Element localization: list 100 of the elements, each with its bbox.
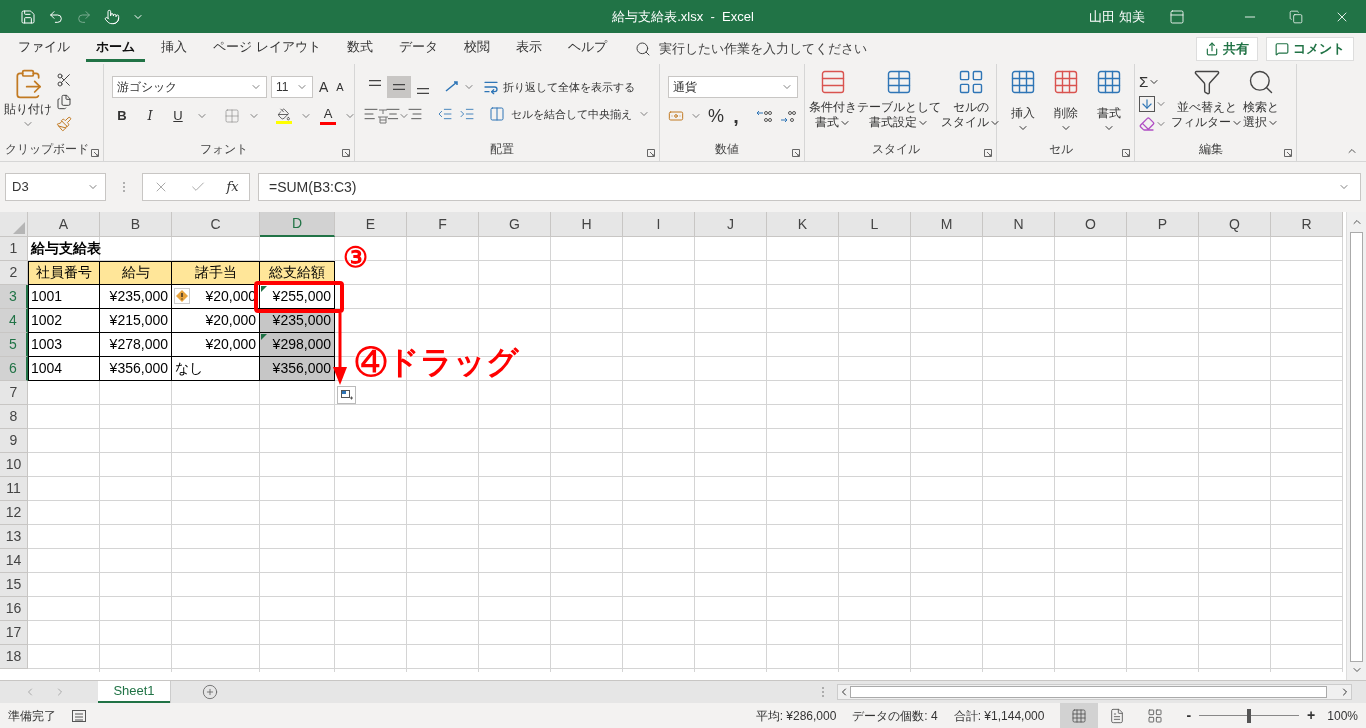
copy-icon[interactable] xyxy=(56,94,72,110)
font-color-button[interactable]: A xyxy=(320,106,336,126)
comment-button[interactable]: コメント xyxy=(1266,36,1354,61)
row-heading[interactable]: 5 xyxy=(0,333,28,357)
row-heading[interactable]: 2 xyxy=(0,261,28,285)
tell-me-field[interactable]: 実行したい作業を入力してください xyxy=(658,38,867,59)
phonetic-guide-icon[interactable] xyxy=(376,107,390,124)
share-button[interactable]: 共有 xyxy=(1196,36,1258,61)
ribbon-tab[interactable]: ファイル xyxy=(8,35,80,62)
dialog-launcher-icon[interactable] xyxy=(647,149,655,157)
insert-function-button[interactable]: fx xyxy=(226,177,239,197)
wrap-text-button[interactable]: 折り返して全体を表示する xyxy=(503,78,635,96)
select-all-corner[interactable] xyxy=(0,212,28,237)
scrollbar-thumb[interactable] xyxy=(1350,232,1363,662)
italic-button[interactable]: I xyxy=(140,106,160,126)
row-heading[interactable]: 3 xyxy=(0,285,28,309)
decrease-decimal-icon[interactable] xyxy=(780,108,798,124)
cut-icon[interactable] xyxy=(56,72,72,88)
zoom-slider[interactable] xyxy=(1199,708,1300,723)
sort-filter-button[interactable]: 並べ替えと フィルター xyxy=(1171,68,1243,141)
scrollbar-thumb[interactable] xyxy=(850,686,1327,698)
find-select-button[interactable]: 検索と 選択 xyxy=(1243,68,1279,141)
add-sheet-icon[interactable] xyxy=(202,684,218,700)
normal-view-button[interactable] xyxy=(1060,703,1099,728)
formula-field[interactable]: =SUM(B3:C3) xyxy=(258,173,1361,201)
save-icon[interactable] xyxy=(20,8,36,25)
cell-styles-button[interactable]: セルの スタイル xyxy=(941,68,1001,141)
column-heading[interactable]: J xyxy=(695,212,767,237)
ribbon-tab[interactable]: ホーム xyxy=(86,35,145,62)
row-heading[interactable]: 4 xyxy=(0,309,28,333)
format-as-table-button[interactable]: テーブルとして 書式設定 xyxy=(857,68,941,141)
restore-icon[interactable] xyxy=(1289,9,1303,24)
dialog-launcher-icon[interactable] xyxy=(91,149,99,157)
dialog-launcher-icon[interactable] xyxy=(984,149,992,157)
zoom-in-button[interactable]: + xyxy=(1307,705,1316,726)
column-heading[interactable]: N xyxy=(983,212,1055,237)
font-name-field[interactable]: 游ゴシック xyxy=(112,76,267,98)
column-heading[interactable]: O xyxy=(1055,212,1127,237)
row-heading[interactable]: 13 xyxy=(0,525,28,549)
increase-decimal-icon[interactable] xyxy=(756,108,774,124)
row-heading[interactable]: 18 xyxy=(0,645,28,669)
column-heading[interactable]: C xyxy=(172,212,260,237)
row-heading[interactable]: 9 xyxy=(0,429,28,453)
shrink-font-button[interactable]: A xyxy=(334,78,346,96)
conditional-formatting-button[interactable]: 条件付き 書式 xyxy=(809,68,857,141)
format-painter-icon[interactable] xyxy=(56,116,72,132)
column-heading[interactable]: D xyxy=(260,212,335,237)
underline-button[interactable]: U xyxy=(168,106,188,126)
column-heading[interactable]: M xyxy=(911,212,983,237)
column-heading[interactable]: I xyxy=(623,212,695,237)
percent-style-button[interactable]: % xyxy=(708,106,724,126)
column-heading[interactable]: H xyxy=(551,212,623,237)
paste-button[interactable]: 貼り付け xyxy=(4,68,52,141)
row-heading[interactable]: 7 xyxy=(0,381,28,405)
autofill-options-button[interactable] xyxy=(337,386,356,404)
ribbon-tab[interactable]: 数式 xyxy=(336,35,383,62)
column-heading[interactable]: E xyxy=(335,212,407,237)
accounting-format-icon[interactable] xyxy=(668,108,684,124)
row-heading[interactable]: 17 xyxy=(0,621,28,645)
row-heading[interactable]: 14 xyxy=(0,549,28,573)
number-format-field[interactable]: 通貨 xyxy=(668,76,798,98)
dialog-launcher-icon[interactable] xyxy=(342,149,350,157)
font-size-field[interactable]: 11 xyxy=(271,76,313,98)
insert-cells-button[interactable]: 挿入 xyxy=(1001,68,1044,141)
dialog-launcher-icon[interactable] xyxy=(1284,149,1292,157)
borders-icon[interactable] xyxy=(224,107,240,124)
row-heading[interactable]: 8 xyxy=(0,405,28,429)
column-heading[interactable]: R xyxy=(1271,212,1343,237)
ribbon-tab[interactable]: ヘルプ xyxy=(557,35,617,62)
horizontal-scrollbar[interactable] xyxy=(837,684,1352,700)
undo-icon[interactable] xyxy=(48,8,64,25)
grow-font-button[interactable]: A xyxy=(317,76,331,98)
search-icon[interactable] xyxy=(634,40,651,57)
dialog-launcher-icon[interactable] xyxy=(792,149,800,157)
format-cells-button[interactable]: 書式 xyxy=(1087,68,1130,141)
column-heading[interactable]: Q xyxy=(1199,212,1271,237)
macro-record-icon[interactable] xyxy=(72,709,86,722)
row-heading[interactable]: 15 xyxy=(0,573,28,597)
row-heading[interactable]: 10 xyxy=(0,453,28,477)
column-heading[interactable]: B xyxy=(100,212,172,237)
sheet-tab[interactable]: Sheet1 xyxy=(98,681,170,703)
column-heading[interactable]: L xyxy=(839,212,911,237)
ribbon-tab[interactable]: 校閲 xyxy=(453,35,500,62)
row-heading[interactable]: 16 xyxy=(0,597,28,621)
ribbon-tab[interactable]: ページ レイアウト xyxy=(203,35,331,62)
merge-center-button[interactable]: セルを結合して中央揃え xyxy=(511,106,632,123)
ribbon-display-options-icon[interactable] xyxy=(1169,8,1185,25)
row-heading[interactable]: 6 xyxy=(0,357,28,381)
column-heading[interactable]: P xyxy=(1127,212,1199,237)
fill-color-icon[interactable] xyxy=(276,107,292,124)
middle-align-button[interactable] xyxy=(387,76,411,98)
row-heading[interactable]: 1 xyxy=(0,237,28,261)
ribbon-tab[interactable]: 挿入 xyxy=(151,35,197,62)
row-heading[interactable]: 11 xyxy=(0,477,28,501)
column-heading[interactable]: F xyxy=(407,212,479,237)
fill-icon[interactable] xyxy=(1139,96,1155,112)
vertical-scrollbar[interactable] xyxy=(1346,212,1366,680)
bold-button[interactable]: B xyxy=(112,106,132,126)
comma-style-button[interactable]: , xyxy=(730,106,742,126)
dialog-launcher-icon[interactable] xyxy=(1122,149,1130,157)
